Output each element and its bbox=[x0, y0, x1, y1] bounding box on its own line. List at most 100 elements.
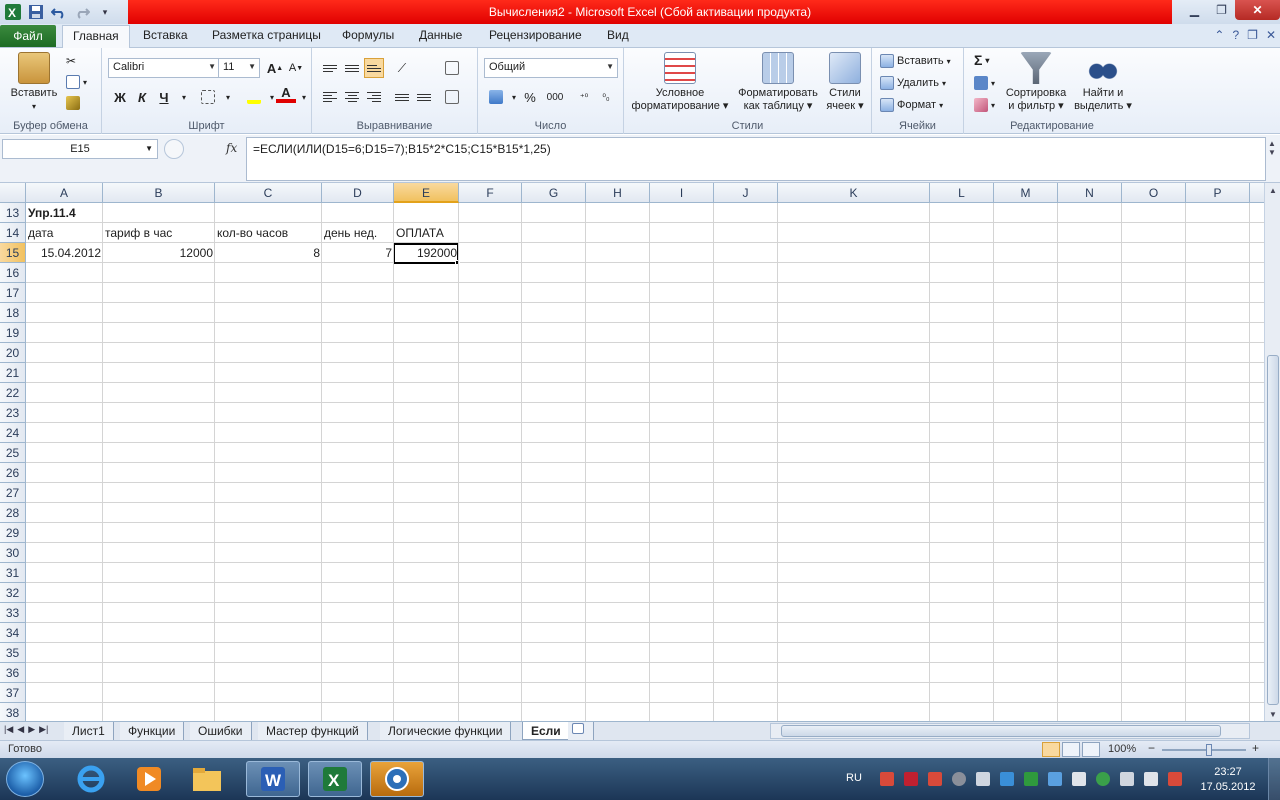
normal-view-button[interactable] bbox=[1042, 742, 1060, 757]
formula-input[interactable]: =ЕСЛИ(ИЛИ(D15=6;D15=7);B15*2*C15;C15*B15… bbox=[246, 137, 1266, 181]
close-button[interactable]: ✕ bbox=[1235, 0, 1280, 20]
start-button[interactable] bbox=[6, 761, 44, 797]
sheet-tab[interactable]: Логические функции bbox=[380, 722, 512, 740]
tray-icon[interactable] bbox=[1168, 772, 1182, 786]
currency-format-button[interactable] bbox=[486, 87, 506, 107]
minimize-button[interactable]: ▁ bbox=[1181, 0, 1208, 20]
column-header[interactable]: G bbox=[522, 183, 586, 203]
workbook-restore-icon[interactable]: ❐ bbox=[1247, 28, 1258, 42]
row-header[interactable]: 18 bbox=[0, 303, 26, 323]
vertical-scrollbar[interactable]: ▲ ▼ bbox=[1264, 183, 1280, 723]
minimize-ribbon-icon[interactable]: ⌃ bbox=[1214, 28, 1224, 42]
first-sheet-icon[interactable]: |◀ bbox=[4, 724, 13, 735]
cell-b15[interactable]: 12000 bbox=[103, 243, 215, 263]
sheet-tab[interactable]: Функции bbox=[120, 722, 185, 740]
zoom-level[interactable]: 100% bbox=[1108, 743, 1136, 755]
tray-icon[interactable] bbox=[928, 772, 942, 786]
align-top-button[interactable] bbox=[320, 58, 340, 78]
page-layout-view-button[interactable] bbox=[1062, 742, 1080, 757]
file-explorer-icon[interactable] bbox=[180, 761, 234, 797]
column-header[interactable]: A bbox=[26, 183, 103, 203]
column-header[interactable]: P bbox=[1186, 183, 1250, 203]
vertical-scroll-thumb[interactable] bbox=[1267, 355, 1279, 705]
next-sheet-icon[interactable]: ▶ bbox=[28, 724, 35, 735]
action-center-icon[interactable] bbox=[1144, 772, 1158, 786]
tray-icon[interactable] bbox=[880, 772, 894, 786]
conditional-formatting-button[interactable]: Условное форматирование ▾ bbox=[628, 52, 732, 113]
row-header[interactable]: 13 bbox=[0, 203, 26, 223]
font-size-select[interactable]: 11 ▼ bbox=[218, 58, 260, 78]
tab-insert[interactable]: Вставка bbox=[143, 28, 188, 42]
column-header[interactable]: K bbox=[778, 183, 930, 203]
page-break-view-button[interactable] bbox=[1082, 742, 1100, 757]
row-header[interactable]: 27 bbox=[0, 483, 26, 503]
cell-a15[interactable]: 15.04.2012 bbox=[26, 243, 103, 263]
find-select-button[interactable]: Найти и выделить ▾ bbox=[1070, 52, 1136, 113]
customize-qat-icon[interactable]: ▾ bbox=[96, 3, 114, 21]
row-header[interactable]: 14 bbox=[0, 223, 26, 243]
font-color-dropdown[interactable]: ▾ bbox=[294, 87, 314, 107]
wrap-text-button[interactable] bbox=[442, 58, 462, 78]
row-header[interactable]: 26 bbox=[0, 463, 26, 483]
row-header[interactable]: 17 bbox=[0, 283, 26, 303]
align-middle-button[interactable] bbox=[342, 58, 362, 78]
tab-view[interactable]: Вид bbox=[607, 28, 629, 42]
fill-color-button[interactable] bbox=[244, 87, 264, 107]
cell-c14[interactable]: кол-во часов bbox=[215, 223, 322, 243]
word-icon[interactable]: W bbox=[246, 761, 300, 797]
cell-c15[interactable]: 8 bbox=[215, 243, 322, 263]
select-all-corner[interactable] bbox=[0, 183, 26, 203]
row-header[interactable]: 30 bbox=[0, 543, 26, 563]
cell-e14[interactable]: ОПЛАТА bbox=[394, 223, 459, 243]
help-icon[interactable]: ? bbox=[1232, 28, 1239, 42]
row-header[interactable]: 15 bbox=[0, 243, 26, 263]
column-header[interactable]: N bbox=[1058, 183, 1122, 203]
cell-a13[interactable]: Упр.11.4 bbox=[26, 203, 103, 223]
redo-icon[interactable] bbox=[73, 3, 91, 21]
sheet-tab[interactable]: Мастер функций bbox=[258, 722, 368, 740]
copy-button[interactable]: ▾ bbox=[66, 75, 87, 89]
tab-review[interactable]: Рецензирование bbox=[489, 28, 582, 42]
format-cells-button[interactable]: Формат ▾ bbox=[880, 98, 943, 112]
format-painter-button[interactable] bbox=[66, 96, 80, 110]
name-box[interactable]: E15 ▼ bbox=[2, 139, 158, 159]
borders-dropdown[interactable]: ▾ bbox=[218, 87, 238, 107]
row-header[interactable]: 19 bbox=[0, 323, 26, 343]
decrease-indent-button[interactable] bbox=[392, 87, 412, 107]
shrink-font-button[interactable]: A ▼ bbox=[286, 58, 306, 78]
font-color-button[interactable]: A bbox=[276, 85, 296, 103]
column-header[interactable]: H bbox=[586, 183, 650, 203]
font-name-select[interactable]: Calibri ▼ bbox=[108, 58, 220, 78]
insert-cells-button[interactable]: Вставить ▾ bbox=[880, 54, 951, 68]
column-header[interactable]: E bbox=[394, 183, 459, 203]
column-header[interactable]: B bbox=[103, 183, 215, 203]
tray-icon[interactable] bbox=[1120, 772, 1134, 786]
internet-explorer-icon[interactable] bbox=[64, 761, 118, 797]
tray-icon[interactable] bbox=[904, 772, 918, 786]
increase-decimal-button[interactable]: ⁺⁰ bbox=[574, 87, 594, 107]
restore-button[interactable]: ❐ bbox=[1208, 0, 1235, 20]
network-icon[interactable] bbox=[1072, 772, 1086, 786]
tab-page-layout[interactable]: Разметка страницы bbox=[212, 28, 321, 42]
workbook-close-icon[interactable]: ✕ bbox=[1266, 28, 1276, 42]
row-header[interactable]: 22 bbox=[0, 383, 26, 403]
cut-button[interactable]: ✂ bbox=[66, 54, 80, 68]
tab-file[interactable]: Файл bbox=[0, 25, 56, 47]
row-header[interactable]: 36 bbox=[0, 663, 26, 683]
scroll-up-icon[interactable]: ▲ bbox=[1265, 183, 1280, 199]
zoom-out-button[interactable]: − bbox=[1148, 741, 1155, 755]
tab-home[interactable]: Главная bbox=[62, 25, 130, 49]
underline-button[interactable]: Ч bbox=[154, 87, 174, 107]
sheet-tab-active[interactable]: Если bbox=[522, 722, 570, 740]
align-center-button[interactable] bbox=[342, 87, 362, 107]
row-header[interactable]: 20 bbox=[0, 343, 26, 363]
underline-dropdown[interactable]: ▾ bbox=[174, 87, 194, 107]
row-header[interactable]: 31 bbox=[0, 563, 26, 583]
excel-taskbar-icon[interactable]: X bbox=[308, 761, 362, 797]
row-header[interactable]: 35 bbox=[0, 643, 26, 663]
increase-indent-button[interactable] bbox=[414, 87, 434, 107]
row-header[interactable]: 34 bbox=[0, 623, 26, 643]
column-header[interactable]: C bbox=[215, 183, 322, 203]
insert-function-button[interactable]: fx bbox=[226, 141, 237, 155]
prev-sheet-icon[interactable]: ◀ bbox=[17, 724, 24, 735]
